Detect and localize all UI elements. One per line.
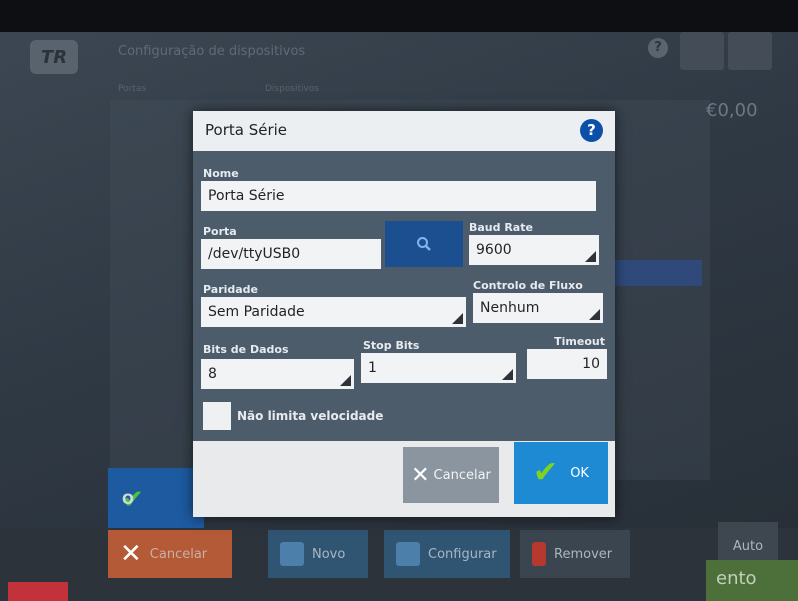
background-cancel-label: Cancelar — [149, 546, 208, 562]
nome-field[interactable]: Porta Série — [201, 181, 596, 211]
background-ok-button[interactable]: ✔ O — [108, 468, 204, 532]
configurar-button[interactable]: Configurar — [384, 530, 510, 578]
baud-rate-select[interactable]: 9600 — [469, 235, 599, 265]
background-top-button[interactable] — [680, 32, 724, 70]
close-icon: ✕ — [120, 539, 142, 569]
paridade-label: Paridade — [203, 283, 259, 296]
background-help-icon[interactable]: ? — [648, 38, 668, 58]
background-title: Configuração de dispositivos — [118, 44, 306, 59]
check-icon: ✔ — [533, 455, 559, 490]
background-top-button[interactable] — [728, 32, 772, 70]
nao-limita-velocidade-label: Não limita velocidade — [237, 409, 384, 423]
paridade-select[interactable]: Sem Paridade — [201, 297, 466, 327]
stop-bits-value: 1 — [368, 360, 377, 376]
background-cancel-button[interactable]: ✕ Cancelar — [108, 530, 232, 578]
bezel — [0, 0, 798, 32]
background-amount: €0,00 — [706, 100, 758, 121]
timeout-field[interactable]: 10 — [527, 349, 607, 379]
baud-rate-value: 9600 — [476, 242, 512, 258]
search-icon — [417, 237, 431, 251]
controlo-fluxo-label: Controlo de Fluxo — [473, 279, 583, 292]
stop-bits-select[interactable]: 1 — [361, 353, 516, 383]
paridade-value: Sem Paridade — [208, 304, 305, 320]
dialog-title-bar: Porta Série ? — [193, 111, 615, 151]
close-icon: ✕ — [411, 462, 430, 488]
porta-field[interactable]: /dev/ttyUSB0 — [201, 239, 381, 269]
dropdown-arrow-icon — [589, 309, 600, 320]
configure-icon — [396, 542, 420, 566]
remover-button[interactable]: Remover — [520, 530, 630, 578]
column-header-portas: Portas — [118, 84, 147, 94]
controlo-fluxo-value: Nenhum — [480, 300, 540, 316]
dialog-title: Porta Série — [205, 121, 288, 139]
ok-label: OK — [570, 465, 589, 481]
background-selected-row[interactable] — [610, 260, 702, 286]
timeout-label: Timeout — [554, 335, 605, 348]
serial-port-dialog: Porta Série ? Nome Porta Série Porta /de… — [193, 111, 615, 517]
dropdown-arrow-icon — [502, 369, 513, 380]
pagamento-button[interactable]: ento — [706, 560, 798, 601]
dropdown-arrow-icon — [340, 375, 351, 386]
pagamento-label: ento — [716, 568, 757, 589]
nao-limita-velocidade-checkbox[interactable] — [203, 402, 231, 430]
screen: TR Configuração de dispositivos ? Portas… — [0, 0, 798, 601]
search-port-button[interactable] — [385, 221, 463, 267]
column-header-dispositivos: Dispositivos — [265, 84, 320, 94]
remover-label: Remover — [554, 546, 613, 562]
configurar-label: Configurar — [428, 546, 497, 562]
stop-bits-label: Stop Bits — [363, 339, 420, 352]
nome-label: Nome — [203, 167, 239, 180]
bits-dados-value: 8 — [208, 366, 217, 382]
novo-label: Novo — [312, 546, 346, 562]
help-icon[interactable]: ? — [580, 119, 603, 142]
new-document-icon — [280, 542, 304, 566]
bits-dados-label: Bits de Dados — [203, 343, 289, 356]
porta-label: Porta — [203, 225, 237, 238]
baud-rate-label: Baud Rate — [469, 221, 533, 234]
background-ok-label: O — [122, 492, 134, 508]
novo-button[interactable]: Novo — [268, 530, 368, 578]
bits-dados-select[interactable]: 8 — [201, 359, 354, 389]
app-logo: TR — [30, 40, 78, 74]
controlo-fluxo-select[interactable]: Nenhum — [473, 293, 603, 323]
ok-button[interactable]: ✔ OK — [514, 442, 608, 504]
auto-label: Auto — [732, 538, 764, 554]
dropdown-arrow-icon — [585, 251, 596, 262]
dropdown-arrow-icon — [452, 313, 463, 324]
background-red-button[interactable] — [8, 582, 68, 601]
trash-icon — [532, 542, 546, 566]
cancel-label: Cancelar — [433, 467, 491, 483]
cancel-button[interactable]: ✕ Cancelar — [403, 447, 499, 503]
